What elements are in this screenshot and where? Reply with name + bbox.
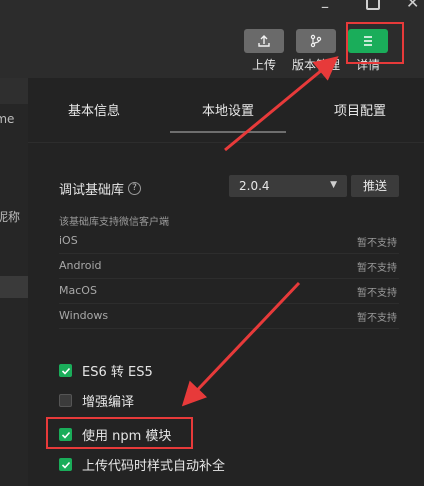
annotation-arrows [181, 56, 339, 407]
annotation-arrow [224, 56, 339, 152]
annotation-arrow [181, 281, 301, 407]
